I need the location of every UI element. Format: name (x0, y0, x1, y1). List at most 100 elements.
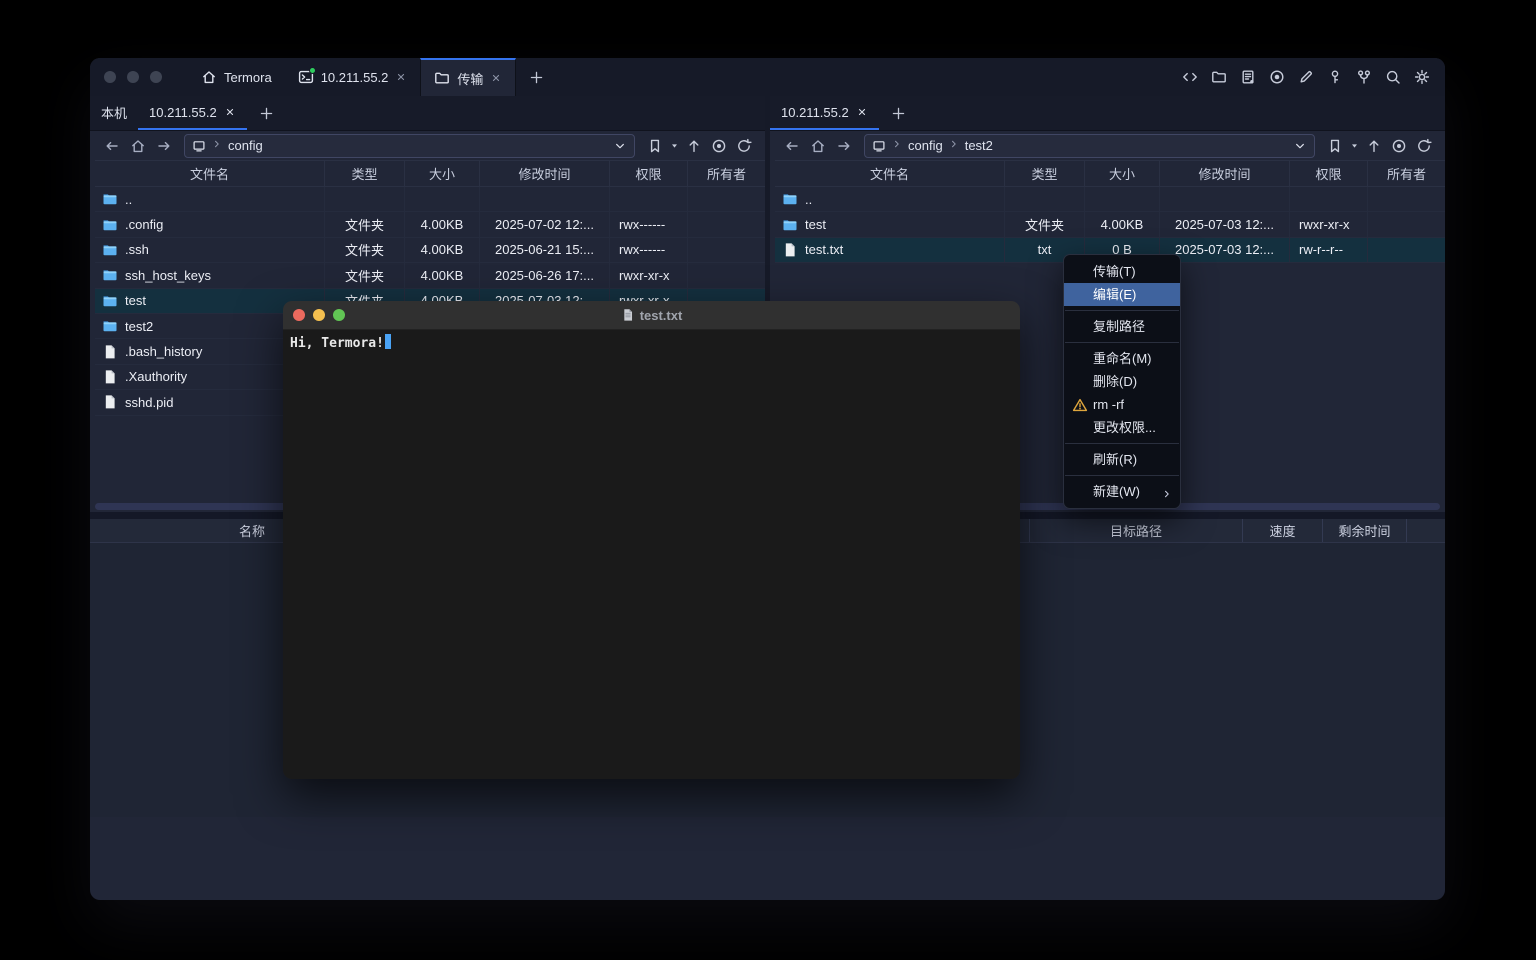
forward-button[interactable] (831, 134, 857, 158)
bookmark-button[interactable] (1322, 134, 1347, 158)
editor-content[interactable]: Hi, Termora! (283, 330, 1020, 779)
show-hidden-files-button[interactable] (1386, 134, 1411, 158)
file-name: .ssh (125, 242, 149, 257)
refresh-button[interactable] (731, 134, 756, 158)
table-row[interactable]: .ssh文件夹4.00KB2025-06-21 15:...rwx------ (95, 238, 765, 263)
tab-label: Termora (224, 70, 272, 85)
key-button[interactable] (1326, 68, 1344, 86)
close-icon[interactable] (224, 106, 236, 118)
tab-label: 传输 (457, 69, 483, 88)
file-name: test (805, 217, 826, 232)
document-icon (621, 308, 635, 322)
settings-button[interactable] (1413, 68, 1431, 86)
editor-zoom-button[interactable] (333, 309, 345, 321)
editor-window-controls[interactable] (293, 309, 345, 321)
pencil-button[interactable] (1297, 68, 1315, 86)
chevron-down-icon[interactable] (613, 139, 627, 153)
path-bar[interactable]: config test2 (864, 134, 1315, 158)
column-header[interactable]: 修改时间 (1160, 161, 1290, 186)
column-header[interactable]: 权限 (610, 161, 688, 186)
transfer-column-header[interactable]: 剩余时间 (1323, 519, 1407, 542)
upload-button[interactable] (681, 134, 706, 158)
tab-transfer[interactable]: 传输 (420, 58, 516, 96)
table-row[interactable]: test文件夹4.00KB2025-07-03 12:...rwxr-xr-x (775, 212, 1445, 237)
panel-new-tab-button[interactable] (247, 96, 286, 130)
bookmark-dropdown-button[interactable] (667, 134, 681, 158)
editor-minimize-button[interactable] (313, 309, 325, 321)
file-owner-cell (1368, 187, 1445, 211)
table-row[interactable]: ssh_host_keys文件夹4.00KB2025-06-26 17:...r… (95, 263, 765, 288)
bookmark-dropdown-button[interactable] (1347, 134, 1361, 158)
file-mtime-cell: 2025-06-26 17:... (480, 263, 610, 287)
column-header[interactable]: 大小 (405, 161, 480, 186)
folder-button[interactable] (1210, 68, 1228, 86)
breadcrumb[interactable]: test2 (965, 138, 993, 153)
editor-titlebar[interactable]: test.txt (283, 301, 1020, 330)
transfer-column-header[interactable]: 速度 (1243, 519, 1323, 542)
menu-item-t[interactable]: 传输(T) (1064, 260, 1180, 283)
new-tab-button[interactable] (516, 58, 557, 96)
panel-tab-left-0[interactable]: 本机 (90, 96, 138, 130)
chevron-down-icon[interactable] (1293, 139, 1307, 153)
table-row[interactable]: .config文件夹4.00KB2025-07-02 12:...rwx----… (95, 212, 765, 237)
show-hidden-files-button[interactable] (706, 134, 731, 158)
close-icon[interactable] (856, 106, 868, 118)
forward-button[interactable] (151, 134, 177, 158)
panel-tab-right-0[interactable]: 10.211.55.2 (770, 96, 879, 130)
keychain-button[interactable] (1355, 68, 1373, 86)
record-button[interactable] (1268, 68, 1286, 86)
transfer-column-header[interactable] (1407, 519, 1445, 542)
menu-item-r[interactable]: 刷新(R) (1064, 448, 1180, 471)
column-header[interactable]: 文件名 (95, 161, 325, 186)
home-button[interactable] (125, 134, 151, 158)
refresh-button[interactable] (1411, 134, 1436, 158)
back-button[interactable] (779, 134, 805, 158)
close-icon[interactable] (490, 72, 502, 84)
menu-item-[interactable]: 更改权限... (1064, 416, 1180, 439)
file-table-header: 文件名类型大小修改时间权限所有者 (95, 160, 765, 187)
titlebar-actions (1181, 58, 1431, 96)
menu-item-rmrf[interactable]: rm -rf (1064, 393, 1180, 416)
bookmark-button[interactable] (642, 134, 667, 158)
transfer-column-header[interactable]: 目标路径 (1030, 519, 1243, 542)
column-header[interactable]: 大小 (1085, 161, 1160, 186)
column-header[interactable]: 类型 (1005, 161, 1085, 186)
editor-close-button[interactable] (293, 309, 305, 321)
tab-termora-home[interactable]: Termora (188, 58, 285, 96)
computer-icon (872, 139, 886, 153)
column-header[interactable]: 所有者 (688, 161, 765, 186)
panel-new-tab-button[interactable] (879, 96, 918, 130)
column-header[interactable]: 修改时间 (480, 161, 610, 186)
tab-ssh-session[interactable]: 10.211.55.2 (285, 58, 421, 96)
column-header[interactable]: 类型 (325, 161, 405, 186)
column-header[interactable]: 权限 (1290, 161, 1368, 186)
panel-tab-left-1[interactable]: 10.211.55.2 (138, 96, 247, 130)
window-controls[interactable] (90, 58, 188, 96)
menu-item-[interactable]: 复制路径 (1064, 315, 1180, 338)
file-mtime-cell: 2025-07-03 12:... (1160, 212, 1290, 236)
back-button[interactable] (99, 134, 125, 158)
breadcrumb[interactable]: config (908, 138, 943, 153)
close-icon[interactable] (395, 71, 407, 83)
code-button[interactable] (1181, 68, 1199, 86)
column-header[interactable]: 文件名 (775, 161, 1005, 186)
home-button[interactable] (805, 134, 831, 158)
notes-button[interactable] (1239, 68, 1257, 86)
window-zoom-button[interactable] (150, 71, 162, 83)
breadcrumb[interactable]: config (228, 138, 263, 153)
window-minimize-button[interactable] (127, 71, 139, 83)
path-bar[interactable]: config (184, 134, 635, 158)
window-close-button[interactable] (104, 71, 116, 83)
menu-item-w[interactable]: 新建(W) (1064, 480, 1180, 503)
menu-item-d[interactable]: 删除(D) (1064, 370, 1180, 393)
menu-item-e[interactable]: 编辑(E) (1064, 283, 1180, 306)
upload-button[interactable] (1361, 134, 1386, 158)
menu-item-m[interactable]: 重命名(M) (1064, 347, 1180, 370)
file-perm-cell: rw-r--r-- (1290, 238, 1368, 262)
table-row[interactable]: .. (775, 187, 1445, 212)
column-header[interactable]: 所有者 (1368, 161, 1445, 186)
plus-icon (529, 70, 544, 85)
table-row[interactable]: .. (95, 187, 765, 212)
file-perm-cell: rwxr-xr-x (610, 263, 688, 287)
search-button[interactable] (1384, 68, 1402, 86)
